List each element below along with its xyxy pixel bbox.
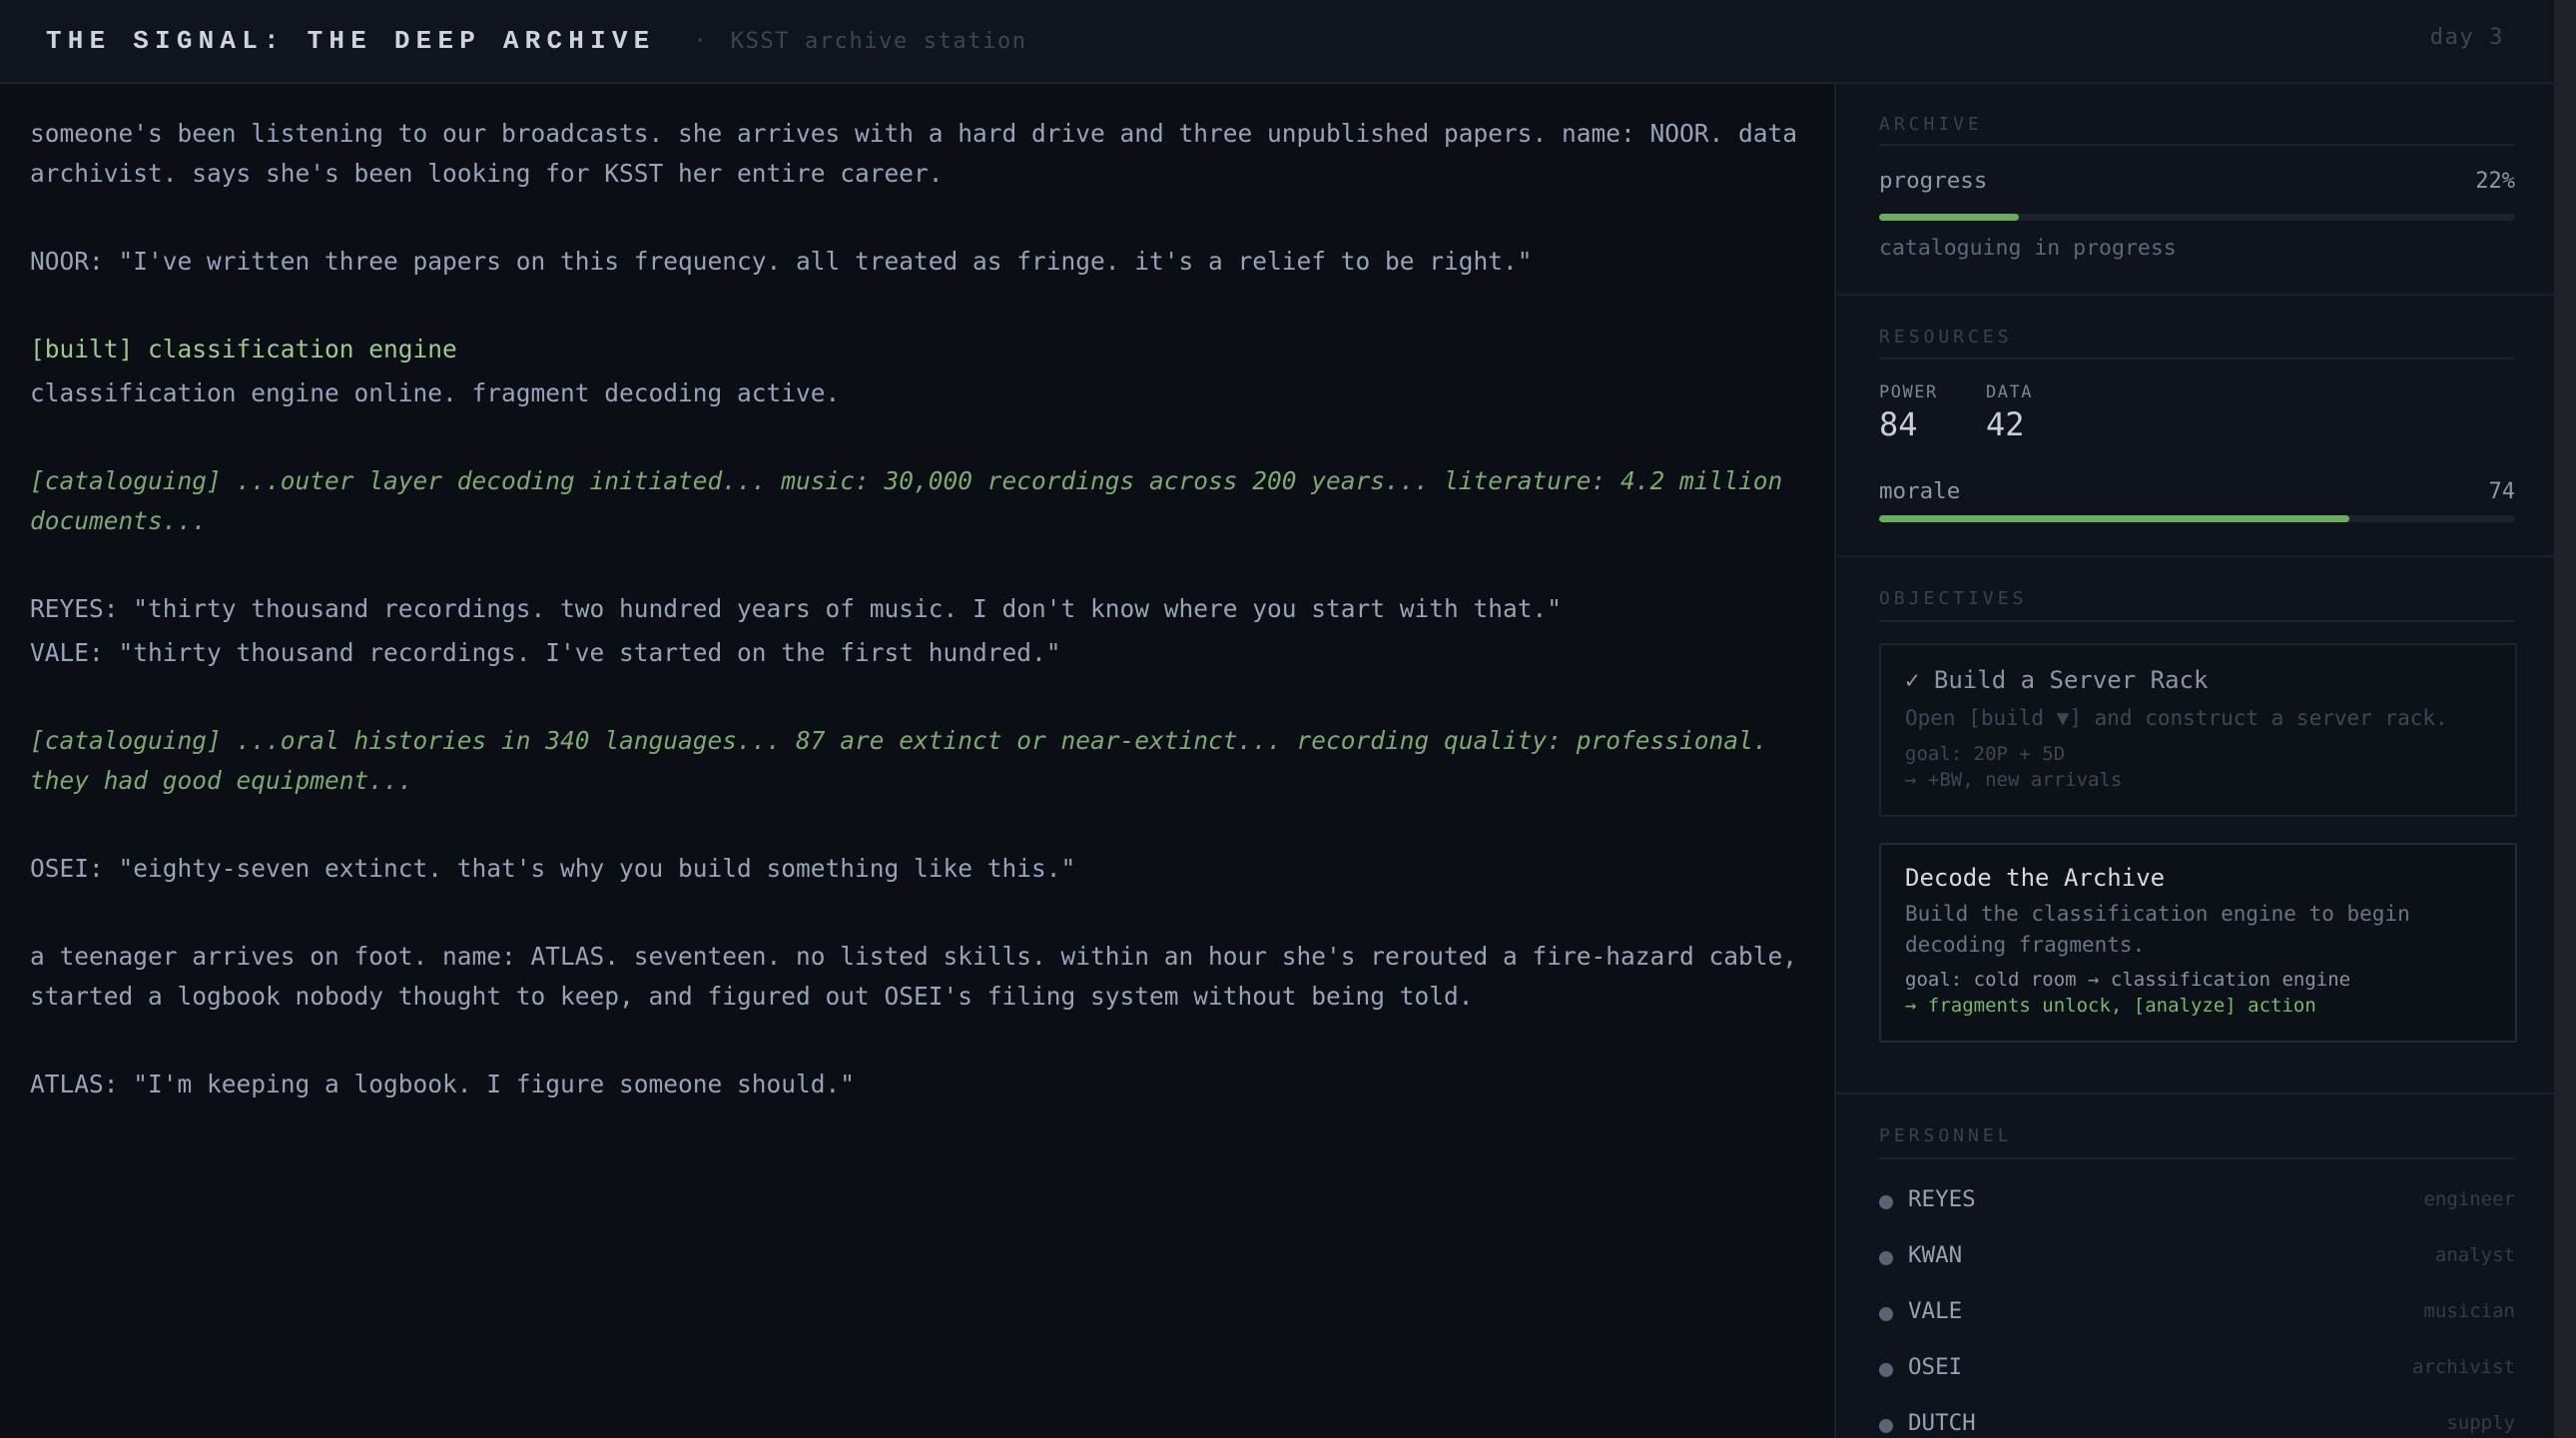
status-dot-icon [1879,1251,1893,1265]
status-dot-icon [1879,1419,1893,1433]
status-dot-icon [1879,1307,1893,1321]
archive-status: cataloguing in progress [1879,236,2177,261]
progress-value: 22% [2475,169,2515,194]
log-entry: VALE: "thirty thousand recordings. I've … [30,638,1061,667]
objectives-section-label: OBJECTIVES [1879,588,2028,609]
log-entry: classification engine online. fragment d… [30,378,841,407]
morale-label: morale [1879,478,1961,504]
progress-bar-fill [1879,214,2020,221]
personnel-role: musician [2423,1300,2515,1322]
power-label: POWER [1879,382,1938,402]
log-entry-cataloguing: [cataloguing] ...oral histories in 340 l… [30,726,1783,795]
objective-reward: → fragments unlock, [analyze] action [1905,995,2316,1017]
status-sidebar[interactable]: ARCHIVE progress 22% cataloguing in prog… [1834,84,2554,1438]
personnel-name: DUTCH [1908,1410,1976,1436]
personnel-role: analyst [2434,1244,2515,1266]
personnel-section-label: PERSONNEL [1879,1125,2013,1146]
objective-title: ✓ Build a Server Rack [1905,666,2208,694]
objective-description: Build the classification engine to begin… [1905,902,2410,957]
window-edge [2554,0,2576,1438]
morale-bar-fill [1879,515,2350,522]
objective-title-text: Build a Server Rack [1933,666,2209,694]
resources-section-label: RESOURCES [1879,327,2013,348]
station-subtitle: KSST archive station [730,28,1027,54]
section-rule [1879,1157,2515,1159]
personnel-name: REYES [1908,1186,1976,1212]
personnel-row-dutch[interactable]: DUTCH supply [1879,1410,2515,1438]
check-icon: ✓ [1905,666,1920,694]
personnel-role: supply [2446,1412,2515,1434]
objective-description: Open [build ▼] and construct a server ra… [1905,706,2448,730]
data-label: DATA [1986,382,2033,402]
personnel-row-osei[interactable]: OSEI archivist [1879,1354,2515,1386]
personnel-name: KWAN [1908,1242,1963,1268]
log-entry-cataloguing: [cataloguing] ...outer layer decoding in… [30,466,1798,535]
log-entry: NOOR: "I've written three papers on this… [30,247,1533,276]
section-divider [1836,294,2554,296]
personnel-role: engineer [2423,1188,2515,1210]
progress-bar [1879,214,2515,221]
day-counter: day 3 [2429,25,2504,50]
morale-value: 74 [2488,479,2516,504]
objective-reward: → +BW, new arrivals [1905,769,2123,791]
personnel-name: OSEI [1908,1354,1963,1380]
status-dot-icon [1879,1195,1893,1209]
section-rule [1879,358,2515,360]
personnel-role: archivist [2412,1356,2515,1378]
title-separator: · [693,28,707,54]
data-value: 42 [1986,405,2025,443]
progress-label: progress [1879,168,1988,194]
app-window: THE SIGNAL: THE DEEP ARCHIVE · KSST arch… [0,0,2554,1438]
header-bar: THE SIGNAL: THE DEEP ARCHIVE · KSST arch… [0,0,2554,84]
section-divider [1836,1092,2554,1094]
personnel-name: VALE [1908,1298,1963,1324]
personnel-row-kwan[interactable]: KWAN analyst [1879,1242,2515,1274]
status-dot-icon [1879,1363,1893,1377]
log-entry-built: [built] classification engine [30,335,457,363]
section-divider [1836,555,2554,557]
objective-goal: goal: 20P + 5D [1905,743,2066,765]
section-rule [1879,620,2515,622]
personnel-row-reyes[interactable]: REYES engineer [1879,1186,2515,1218]
log-entry: REYES: "thirty thousand recordings. two … [30,594,1563,623]
objective-goal: goal: cold room → classification engine [1905,969,2351,991]
log-entry: OSEI: "eighty-seven extinct. that's why … [30,854,1076,883]
power-value: 84 [1879,405,1918,443]
objective-title: Decode the Archive [1905,864,2166,892]
game-title: THE SIGNAL: THE DEEP ARCHIVE [46,26,656,56]
archive-section-label: ARCHIVE [1879,114,1983,135]
personnel-row-vale[interactable]: VALE musician [1879,1298,2515,1330]
morale-bar [1879,515,2515,522]
objective-card-completed[interactable]: ✓ Build a Server Rack Open [build ▼] and… [1879,643,2517,817]
objective-card-active[interactable]: Decode the Archive Build the classificat… [1879,843,2517,1043]
event-log[interactable]: someone's been listening to our broadcas… [0,84,1834,1438]
log-entry: ATLAS: "I'm keeping a logbook. I figure … [30,1070,856,1098]
section-rule [1879,144,2515,146]
log-entry: someone's been listening to our broadcas… [30,119,1812,188]
log-entry: a teenager arrives on foot. name: ATLAS.… [30,942,1812,1011]
